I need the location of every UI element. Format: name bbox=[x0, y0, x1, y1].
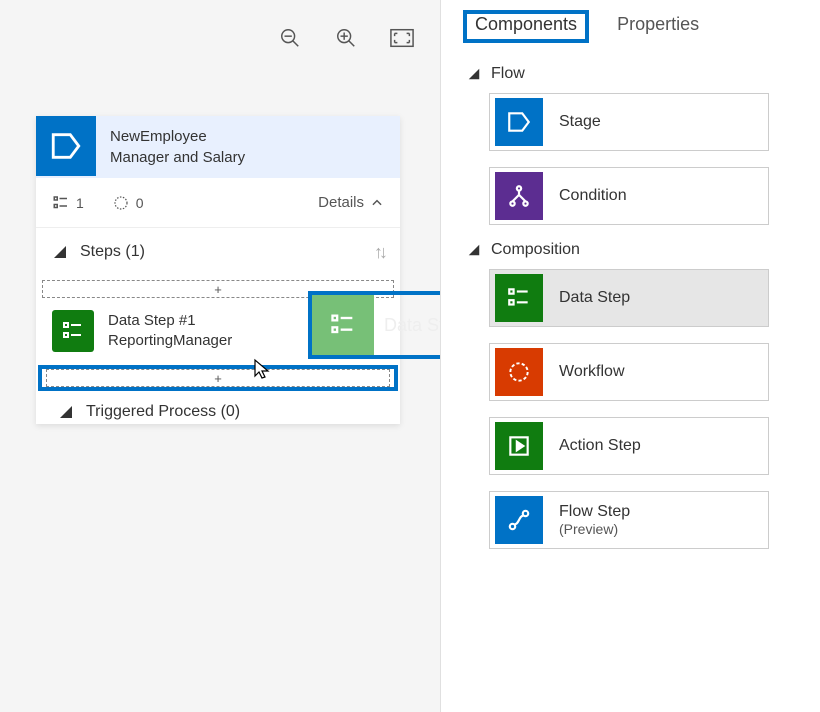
panel-tabs: Components Properties bbox=[459, 12, 802, 57]
triangle-icon bbox=[52, 244, 68, 260]
details-toggle[interactable]: Details bbox=[318, 194, 384, 211]
triggered-process-header[interactable]: Triggered Process (0) bbox=[36, 396, 400, 424]
stage-icon bbox=[495, 98, 543, 146]
fit-screen-icon[interactable] bbox=[390, 26, 414, 50]
component-stage[interactable]: Stage bbox=[489, 93, 769, 151]
stage-icon bbox=[36, 116, 96, 176]
reorder-arrows-icon[interactable]: ↑↓ bbox=[374, 242, 384, 263]
steps-count-stat: 1 bbox=[52, 194, 84, 212]
stage-card[interactable]: NewEmployee Manager and Salary 1 0 bbox=[36, 116, 400, 424]
triangle-icon bbox=[467, 67, 481, 81]
component-data-step[interactable]: Data Step bbox=[489, 269, 769, 327]
data-step-icon bbox=[495, 274, 543, 322]
triangle-icon bbox=[58, 404, 74, 420]
component-condition[interactable]: Condition bbox=[489, 167, 769, 225]
tab-properties[interactable]: Properties bbox=[617, 14, 699, 43]
drag-ghost-icon bbox=[312, 295, 374, 355]
drop-zone-bottom-highlight: + bbox=[38, 365, 398, 391]
stage-header[interactable]: NewEmployee Manager and Salary bbox=[36, 116, 400, 178]
data-step-icon bbox=[52, 310, 94, 352]
stage-title: NewEmployee Manager and Salary bbox=[96, 116, 259, 178]
workflow-icon bbox=[495, 348, 543, 396]
section-composition[interactable]: Composition bbox=[467, 241, 802, 259]
data-step-label: Data Step #1 ReportingManager bbox=[108, 311, 232, 352]
flow-step-icon bbox=[495, 496, 543, 544]
triggered-count-stat: 0 bbox=[112, 194, 144, 212]
component-flow-step[interactable]: Flow Step (Preview) bbox=[489, 491, 769, 549]
cursor-icon bbox=[253, 358, 271, 380]
action-step-icon bbox=[495, 422, 543, 470]
zoom-in-icon[interactable] bbox=[334, 26, 358, 50]
zoom-toolbar bbox=[0, 18, 440, 58]
right-panel: Components Properties Flow Stage Conditi… bbox=[440, 0, 820, 712]
section-flow[interactable]: Flow bbox=[467, 65, 802, 83]
tab-components[interactable]: Components bbox=[463, 10, 589, 43]
steps-section-header: Steps (1) ↑↓ bbox=[36, 228, 400, 276]
triangle-icon bbox=[467, 243, 481, 257]
condition-icon bbox=[495, 172, 543, 220]
component-action-step[interactable]: Action Step bbox=[489, 417, 769, 475]
component-workflow[interactable]: Workflow bbox=[489, 343, 769, 401]
drop-zone-bottom[interactable]: + bbox=[46, 369, 390, 387]
zoom-out-icon[interactable] bbox=[278, 26, 302, 50]
stage-stats: 1 0 Details bbox=[36, 178, 400, 228]
